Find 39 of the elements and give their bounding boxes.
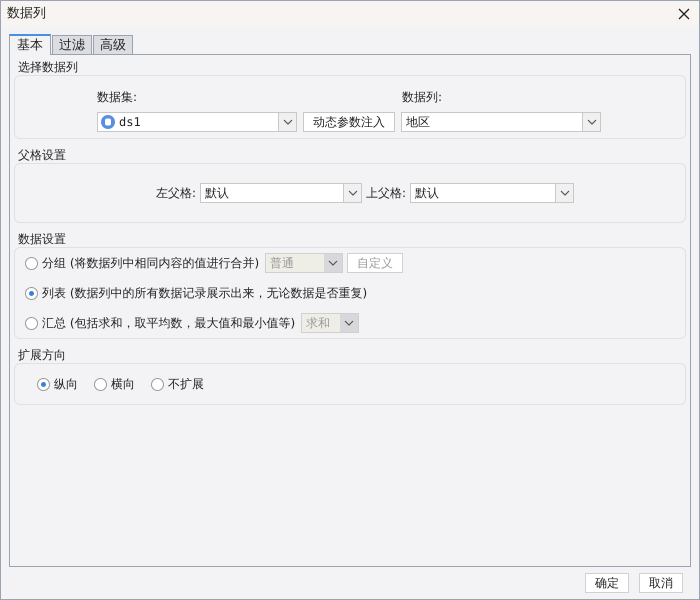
caret-icon	[560, 190, 570, 196]
dynamic-param-button[interactable]: 动态参数注入	[303, 112, 395, 132]
option-label: 分组 (将数据列中相同内容的值进行合并)	[42, 255, 260, 272]
radio-button[interactable]	[25, 316, 38, 330]
option-label: 不扩展	[168, 376, 204, 393]
caret-icon	[586, 119, 596, 125]
radio-button[interactable]	[25, 256, 38, 270]
dialog-button[interactable]: 确定	[585, 573, 629, 593]
option-label: 列表 (数据列中的所有数据记录展示出来，无论数据是否重复)	[42, 285, 368, 302]
caret-icon	[344, 320, 354, 326]
field-label: 数据集:	[97, 89, 138, 106]
tab[interactable]: 基本	[9, 34, 51, 55]
field-label: 左父格:	[156, 185, 196, 202]
tab[interactable]: 高级	[93, 35, 133, 54]
radio-button[interactable]	[25, 286, 38, 300]
close-icon[interactable]	[677, 7, 691, 21]
group-title: 扩展方向	[17, 347, 67, 363]
caret-icon	[328, 260, 338, 266]
left-parent-dropdown[interactable]: 默认	[200, 183, 362, 203]
column-dropdown[interactable]: 地区	[401, 112, 601, 132]
tab[interactable]: 过滤	[52, 35, 92, 54]
group-title: 父格设置	[17, 147, 67, 163]
field-label: 上父格:	[366, 185, 406, 202]
group-title: 选择数据列	[17, 59, 79, 75]
radio-button[interactable]	[151, 378, 164, 390]
field-label: 数据列:	[402, 89, 442, 106]
caret-icon	[348, 190, 358, 196]
group-title: 数据设置	[17, 231, 67, 247]
caret-icon	[282, 119, 292, 125]
dataset-dropdown[interactable]: ds1	[97, 112, 297, 132]
dialog-button[interactable]: 取消	[639, 573, 683, 593]
radio-button[interactable]	[94, 378, 107, 390]
database-icon	[101, 115, 115, 129]
radio-button[interactable]	[37, 378, 50, 390]
option-label: 纵向	[54, 376, 78, 393]
top-parent-dropdown[interactable]: 默认	[410, 183, 574, 203]
window-title: 数据列	[7, 5, 46, 24]
option-label: 汇总 (包括求和，取平均数，最大值和最小值等)	[42, 315, 296, 332]
option-label: 横向	[111, 376, 135, 393]
